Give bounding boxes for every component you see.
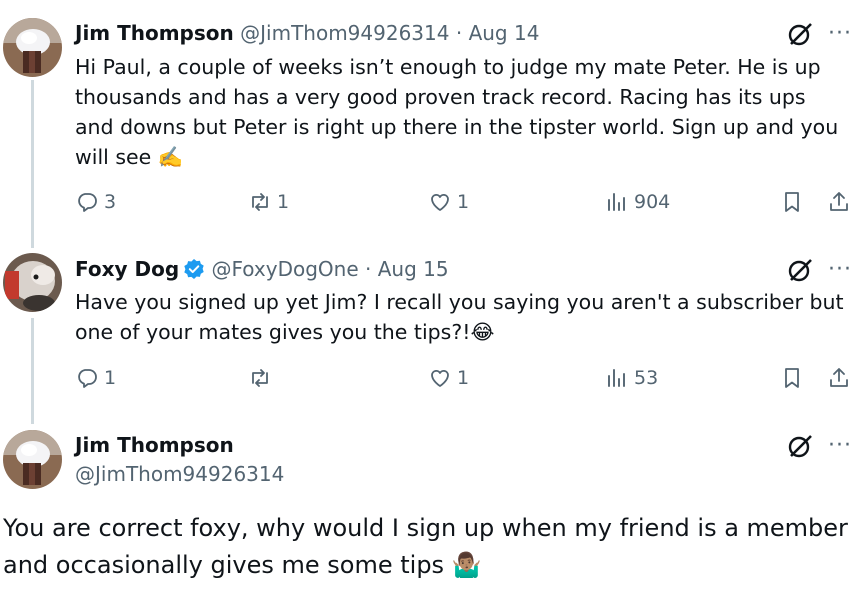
author-name-text[interactable]: Jim Thompson	[75, 433, 234, 457]
heart-icon	[431, 193, 449, 211]
bookmark-button[interactable]	[780, 366, 804, 390]
views-button[interactable]: 904	[605, 190, 670, 214]
share-icon	[830, 368, 848, 387]
repost-button[interactable]: 1	[248, 190, 289, 214]
repost-icon	[252, 369, 268, 387]
more-icon[interactable]: ···	[828, 23, 852, 45]
tweet-text: Have you signed up yet Jim? I recall you…	[75, 290, 844, 344]
views-count: 904	[634, 191, 671, 213]
tweet-text: Hi Paul, a couple of weeks isn’t enough …	[75, 55, 839, 169]
author-name[interactable]: Foxy Dog	[75, 257, 179, 281]
avatar[interactable]	[3, 253, 62, 312]
views-icon	[608, 193, 625, 211]
views-count: 53	[634, 367, 659, 389]
tweet-actions: 1 1 53	[75, 366, 853, 396]
tweet-date[interactable]: Aug 14	[469, 21, 540, 45]
avatar[interactable]	[3, 430, 62, 489]
author-name[interactable]: Jim Thompson	[75, 432, 234, 458]
grok-icon[interactable]	[786, 20, 814, 48]
avatar[interactable]	[3, 18, 62, 77]
reply-icon	[78, 369, 97, 388]
views-icon	[608, 369, 625, 387]
share-icon	[830, 192, 848, 211]
reply-icon	[78, 193, 97, 212]
tweet-actions: 3 1 1 904	[75, 190, 853, 220]
heart-icon	[431, 369, 449, 387]
share-button[interactable]	[827, 366, 851, 390]
reply-count: 1	[104, 367, 117, 389]
reply-button[interactable]: 1	[75, 366, 116, 390]
tweet-top-actions: ···	[786, 20, 852, 48]
separator: ·	[455, 21, 463, 45]
repost-count: 1	[277, 191, 290, 213]
views-button[interactable]: 53	[605, 366, 658, 390]
author-name[interactable]: Jim Thompson	[75, 21, 234, 45]
repost-icon	[252, 193, 268, 211]
share-button[interactable]	[827, 190, 851, 214]
bookmark-icon	[785, 368, 799, 388]
more-icon[interactable]: ···	[828, 259, 852, 281]
like-count: 1	[457, 367, 470, 389]
author-handle[interactable]: @JimThom94926314	[75, 461, 284, 487]
like-button[interactable]: 1	[428, 190, 469, 214]
tweet-text: You are correct foxy, why would I sign u…	[3, 514, 848, 579]
tweet-header: Foxy Dog @FoxyDogOne · Aug 15	[75, 256, 449, 282]
author-handle[interactable]: @FoxyDogOne	[212, 257, 359, 281]
bookmark-button[interactable]	[780, 190, 804, 214]
thread-line-2	[31, 318, 34, 424]
reply-count: 3	[104, 191, 117, 213]
thread-line-1	[31, 80, 34, 248]
author-handle[interactable]: @JimThom94926314	[240, 21, 449, 45]
like-count: 1	[457, 191, 470, 213]
repost-button[interactable]	[248, 366, 277, 390]
tweet-date[interactable]: Aug 15	[378, 257, 449, 281]
grok-icon[interactable]	[786, 256, 814, 284]
like-button[interactable]: 1	[428, 366, 469, 390]
more-icon[interactable]: ···	[828, 435, 852, 457]
tweet-header: Jim Thompson @JimThom94926314 · Aug 14	[75, 20, 539, 46]
verified-badge-icon	[184, 259, 204, 279]
separator: ·	[365, 257, 372, 281]
tweet-top-actions: ···	[786, 432, 852, 460]
bookmark-icon	[785, 192, 799, 212]
grok-icon[interactable]	[786, 432, 814, 460]
reply-button[interactable]: 3	[75, 190, 116, 214]
tweet-top-actions: ···	[786, 256, 852, 284]
